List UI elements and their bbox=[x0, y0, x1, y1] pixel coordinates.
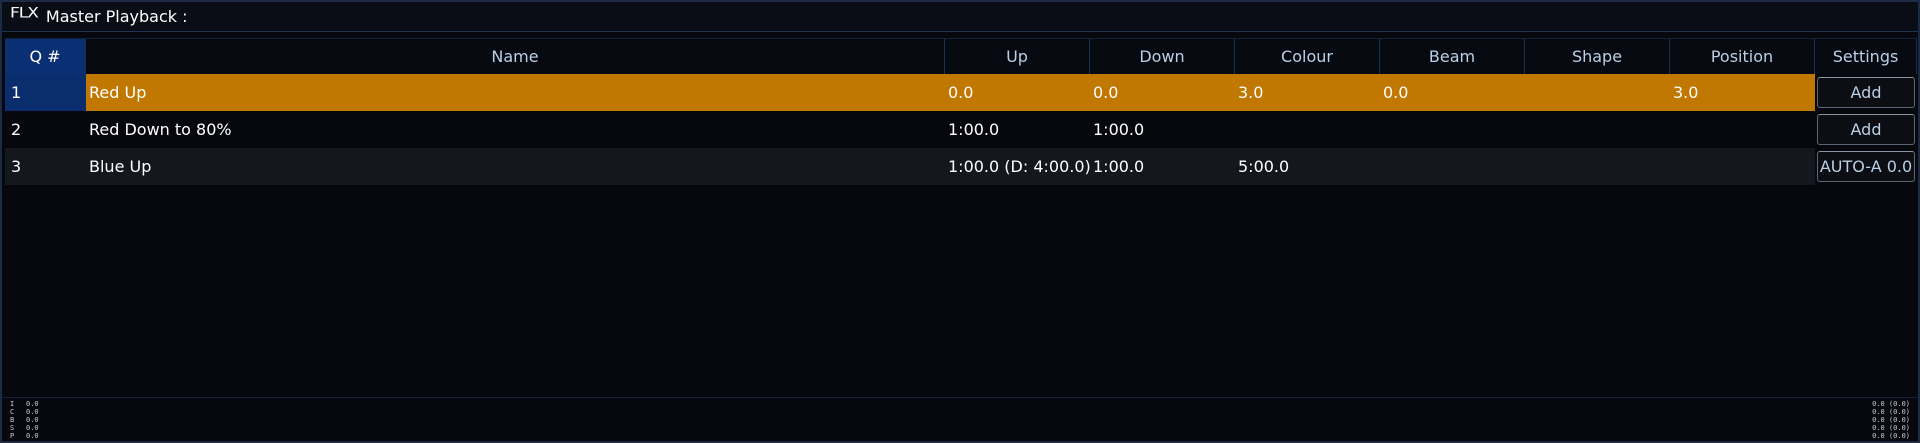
cue-beam-time[interactable] bbox=[1380, 111, 1525, 148]
settings-auto-button[interactable]: AUTO-A 0.0 bbox=[1817, 151, 1915, 182]
attribute-stats: I 0.0 C 0.0 B 0.0 S 0.0 P 0.0 bbox=[10, 400, 39, 440]
stat-line: B 0.0 bbox=[10, 416, 39, 424]
stat-line: S 0.0 bbox=[10, 424, 39, 432]
cue-shape-time[interactable] bbox=[1525, 111, 1670, 148]
table-row[interactable]: 1 Red Up 0.0 0.0 3.0 0.0 3.0 Add bbox=[5, 74, 1917, 111]
cue-name[interactable]: Blue Up bbox=[86, 148, 945, 185]
header-colour[interactable]: Colour bbox=[1235, 39, 1380, 74]
cue-colour-time[interactable]: 5:00.0 bbox=[1235, 148, 1380, 185]
header-name[interactable]: Name bbox=[86, 39, 945, 74]
window-title: Master Playback : bbox=[45, 7, 188, 26]
header-beam[interactable]: Beam bbox=[1380, 39, 1525, 74]
cue-down-time[interactable]: 0.0 bbox=[1090, 74, 1235, 111]
header-down[interactable]: Down bbox=[1090, 39, 1235, 74]
table-header: Q # Name Up Down Colour Beam Shape Posit… bbox=[5, 38, 1917, 74]
cue-up-time[interactable]: 1:00.0 bbox=[945, 111, 1090, 148]
cue-number[interactable]: 2 bbox=[5, 111, 86, 148]
cue-name[interactable]: Red Down to 80% bbox=[86, 111, 945, 148]
cue-list-table: Q # Name Up Down Colour Beam Shape Posit… bbox=[5, 38, 1917, 185]
cue-down-time[interactable]: 1:00.0 bbox=[1090, 111, 1235, 148]
stat-line: I 0.0 bbox=[10, 400, 39, 408]
cue-down-time[interactable]: 1:00.0 bbox=[1090, 148, 1235, 185]
cue-up-time[interactable]: 1:00.0 (D: 4:00.0) bbox=[945, 148, 1090, 185]
cue-colour-time[interactable] bbox=[1235, 111, 1380, 148]
cue-position-time[interactable] bbox=[1670, 111, 1815, 148]
title-bar: FLX Master Playback : bbox=[2, 2, 1918, 32]
header-position[interactable]: Position bbox=[1670, 39, 1815, 74]
cue-number[interactable]: 1 bbox=[5, 74, 86, 111]
header-q-number[interactable]: Q # bbox=[5, 39, 86, 74]
flx-logo: FLX bbox=[10, 4, 39, 22]
cue-beam-time[interactable]: 0.0 bbox=[1380, 74, 1525, 111]
stat-line: P 0.0 bbox=[10, 432, 39, 440]
cue-shape-time[interactable] bbox=[1525, 148, 1670, 185]
stat-line: 0.0 (0.0) bbox=[1872, 408, 1910, 416]
cue-settings-cell: AUTO-A 0.0 bbox=[1815, 148, 1917, 185]
status-footer: I 0.0 C 0.0 B 0.0 S 0.0 P 0.0 0.0 (0.0) 0.0 (… bbox=[2, 397, 1918, 443]
cue-position-time[interactable]: 3.0 bbox=[1670, 74, 1815, 111]
cue-beam-time[interactable] bbox=[1380, 148, 1525, 185]
stat-line: 0.0 (0.0) bbox=[1872, 416, 1910, 424]
header-shape[interactable]: Shape bbox=[1525, 39, 1670, 74]
progress-stats: 0.0 (0.0) 0.0 (0.0) 0.0 (0.0) 0.0 (0.0) … bbox=[1872, 400, 1910, 440]
cue-up-time[interactable]: 0.0 bbox=[945, 74, 1090, 111]
table-row[interactable]: 3 Blue Up 1:00.0 (D: 4:00.0) 1:00.0 5:00… bbox=[5, 148, 1917, 185]
cue-position-time[interactable] bbox=[1670, 148, 1815, 185]
cue-name[interactable]: Red Up bbox=[86, 74, 945, 111]
header-settings[interactable]: Settings bbox=[1815, 39, 1917, 74]
table-row[interactable]: 2 Red Down to 80% 1:00.0 1:00.0 Add bbox=[5, 111, 1917, 148]
settings-add-button[interactable]: Add bbox=[1817, 114, 1915, 145]
stat-line: 0.0 (0.0) bbox=[1872, 424, 1910, 432]
stat-line: 0.0 (0.0) bbox=[1872, 400, 1910, 408]
master-playback-window: FLX Master Playback : Q # Name Up Down C… bbox=[0, 0, 1920, 443]
cue-settings-cell: Add bbox=[1815, 74, 1917, 111]
stat-line: C 0.0 bbox=[10, 408, 39, 416]
header-up[interactable]: Up bbox=[945, 39, 1090, 74]
cue-number[interactable]: 3 bbox=[5, 148, 86, 185]
stat-line: 0.0 (0.0) bbox=[1872, 432, 1910, 440]
cue-colour-time[interactable]: 3.0 bbox=[1235, 74, 1380, 111]
cue-settings-cell: Add bbox=[1815, 111, 1917, 148]
cue-shape-time[interactable] bbox=[1525, 74, 1670, 111]
settings-add-button[interactable]: Add bbox=[1817, 77, 1915, 108]
